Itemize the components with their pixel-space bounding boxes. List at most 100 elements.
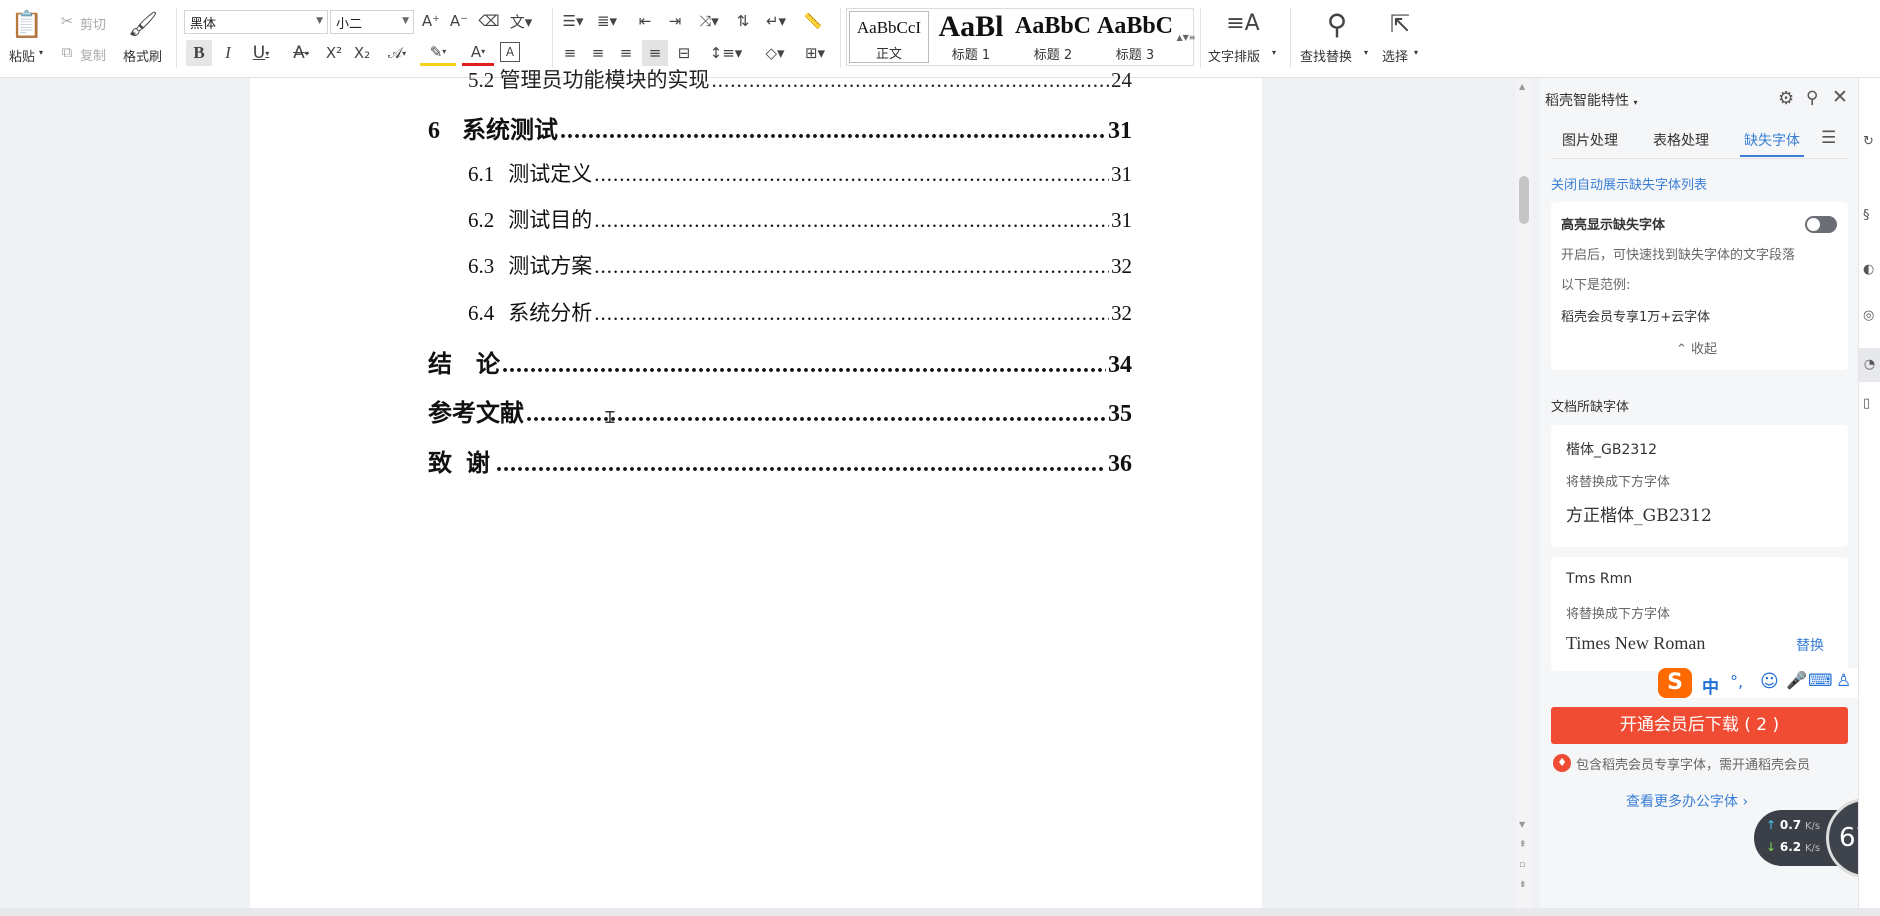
ime-punctuation[interactable]: °, — [1730, 672, 1743, 691]
style-heading-2[interactable]: AaBbC 标题 2 — [1013, 11, 1093, 63]
distribute-icon[interactable]: ⊟ — [672, 40, 696, 66]
borders-icon[interactable]: ⊞▾ — [798, 40, 832, 66]
toc-section-6-1[interactable]: 6.1 测试定义.................................… — [468, 158, 1132, 188]
rail-icon[interactable]: ◐ — [1863, 262, 1874, 277]
ruler-icon[interactable]: 📏 — [800, 10, 826, 32]
subscript-icon[interactable]: X₂ — [350, 40, 374, 66]
close-auto-show-link[interactable]: 关闭自动展示缺失字体列表 — [1551, 174, 1707, 193]
copy-button[interactable]: 复制 — [80, 45, 106, 64]
gallery-scroll-icon[interactable]: ▲▼≡ — [1177, 9, 1196, 65]
toc-section-6-4[interactable]: 6.4 系统分析.................................… — [468, 297, 1132, 327]
system-monitor-gauge[interactable]: 67 — [1826, 798, 1858, 882]
tab-image-processing[interactable]: 图片处理 — [1562, 130, 1618, 150]
increase-indent-icon[interactable]: ⇥ — [664, 10, 686, 32]
shading-icon[interactable]: ◇▾ — [758, 40, 792, 66]
missing-fonts-heading: 文档所缺字体 — [1551, 400, 1630, 415]
underline-icon[interactable]: U ▾ — [244, 40, 278, 66]
scissors-icon[interactable]: ✂ — [58, 12, 76, 30]
text-layout-icon[interactable]: ≡A — [1226, 8, 1260, 38]
text-direction-icon[interactable]: ⤨▾ — [692, 10, 726, 32]
rail-icon[interactable]: ◎ — [1863, 308, 1874, 323]
superscript-icon[interactable]: X² — [322, 40, 346, 66]
panel-title[interactable]: 稻壳智能特性 ▾ — [1545, 90, 1637, 110]
justify-icon[interactable]: ≡ — [642, 40, 668, 66]
replace-font-button[interactable]: 替换 — [1796, 635, 1824, 655]
decrease-indent-icon[interactable]: ⇤ — [634, 10, 656, 32]
copy-icon[interactable]: ⧉ — [58, 43, 76, 61]
scroll-down-icon[interactable]: ▼ — [1519, 820, 1525, 829]
select-button[interactable]: 选择 — [1382, 46, 1408, 65]
show-marks-icon[interactable]: ↵▾ — [760, 10, 792, 32]
prev-page-icon[interactable]: ⇞ — [1519, 840, 1527, 850]
phonetic-guide-icon[interactable]: 文▾ — [506, 10, 536, 32]
scrollbar-thumb[interactable] — [1519, 176, 1529, 224]
toc-section-6-3[interactable]: 6.3 测试方案.................................… — [468, 250, 1132, 280]
pin-icon[interactable]: ⚲ — [1806, 88, 1818, 108]
toc-page: 31 — [1108, 118, 1132, 144]
align-left-icon[interactable]: ≡ — [558, 40, 582, 66]
italic-icon[interactable]: I — [216, 40, 240, 66]
character-border-icon[interactable]: A — [500, 42, 520, 62]
collapse-button[interactable]: ⌃ 收起 — [1676, 338, 1717, 357]
cursor-select-icon[interactable]: ⇱ — [1386, 8, 1414, 40]
rail-icon[interactable]: ▯ — [1863, 396, 1870, 411]
format-painter-icon[interactable]: 🖌 — [128, 8, 158, 40]
bold-icon[interactable]: B — [186, 40, 212, 66]
strikethrough-icon[interactable]: A ▾ — [284, 40, 318, 66]
paste-button[interactable]: 粘贴 — [9, 46, 35, 65]
toc-acknowledgements[interactable]: 致 谢.....................................… — [428, 443, 1132, 478]
cut-button[interactable]: 剪切 — [80, 14, 106, 33]
close-icon[interactable]: ✕ — [1832, 86, 1848, 108]
paste-dropdown-icon[interactable]: ▾ — [39, 48, 43, 57]
highlight-toggle[interactable] — [1805, 216, 1837, 233]
toc-conclusion[interactable]: 结 论.....................................… — [428, 344, 1132, 379]
text-layout-button[interactable]: 文字排版 — [1208, 46, 1260, 65]
toc-chapter-6[interactable]: 6 系统测试...................................… — [428, 110, 1132, 145]
toc-entry-partial[interactable]: 5.2 管理员功能模块的实现..........................… — [468, 64, 1132, 94]
font-size-select[interactable]: 小二 ▼ — [330, 10, 414, 34]
align-right-icon[interactable]: ≡ — [614, 40, 638, 66]
format-painter-button[interactable]: 格式刷 — [123, 46, 162, 65]
ime-language-mode[interactable]: 中 — [1702, 673, 1719, 698]
highlight-icon[interactable]: ✎ ▾ — [420, 40, 456, 66]
style-heading-3[interactable]: AaBbC 标题 3 — [1095, 11, 1175, 63]
download-button[interactable]: 开通会员后下载 ( 2 ) — [1551, 707, 1848, 744]
menu-icon[interactable]: ☰ — [1821, 128, 1836, 148]
next-page-icon[interactable]: ⇟ — [1519, 880, 1527, 890]
numbered-list-icon[interactable]: ≣▾ — [592, 10, 622, 32]
toc-references[interactable]: 参考文献....................................… — [428, 393, 1132, 428]
find-replace-button[interactable]: 查找替换 — [1300, 46, 1352, 65]
tab-table-processing[interactable]: 表格处理 — [1653, 130, 1709, 150]
font-color-icon[interactable]: A ▾ — [462, 40, 494, 66]
grow-font-icon[interactable]: A⁺ — [420, 10, 442, 32]
sort-icon[interactable]: ⇅ — [732, 10, 754, 32]
sogou-ime-icon[interactable]: S — [1658, 668, 1692, 698]
text-effect-icon[interactable]: 𝒜 ▾ — [380, 40, 414, 66]
rail-icon-active[interactable]: ◔ — [1859, 348, 1880, 382]
bullet-list-icon[interactable]: ☰▾ — [558, 10, 588, 32]
microphone-icon[interactable]: 🎤 — [1786, 671, 1807, 691]
scroll-up-icon[interactable]: ▲ — [1519, 82, 1525, 91]
document-page[interactable]: 5.2 管理员功能模块的实现..........................… — [250, 68, 1262, 908]
keyboard-icon[interactable]: ⌨ — [1808, 671, 1833, 691]
select-browse-icon[interactable]: ▫ — [1519, 860, 1525, 870]
document-scrollbar[interactable]: ▲ ▼ ⇞ ▫ ⇟ — [1516, 78, 1532, 908]
line-spacing-icon[interactable]: ↕≡▾ — [708, 40, 744, 66]
rail-icon[interactable]: § — [1863, 208, 1870, 223]
more-fonts-link[interactable]: 查看更多办公字体 › — [1626, 791, 1748, 811]
rail-icon[interactable]: ↻ — [1863, 134, 1874, 149]
font-name-select[interactable]: 黑体 ▼ — [184, 10, 328, 34]
gear-icon[interactable]: ⚙ — [1778, 88, 1794, 109]
style-heading-1[interactable]: AaBl 标题 1 — [931, 11, 1011, 63]
style-preview: AaBbC — [1014, 13, 1092, 39]
paste-icon[interactable]: 📋 — [10, 8, 44, 42]
toc-section-6-2[interactable]: 6.2 测试目的.................................… — [468, 204, 1132, 234]
style-normal[interactable]: AaBbCcI 正文 — [849, 11, 929, 63]
search-icon[interactable]: ⚲ — [1320, 8, 1354, 41]
clear-format-icon[interactable]: ⌫ — [478, 10, 500, 32]
emoji-icon[interactable]: ☺ — [1760, 671, 1779, 692]
user-icon[interactable]: ♙ — [1836, 671, 1851, 691]
shrink-font-icon[interactable]: A⁻ — [448, 10, 470, 32]
align-center-icon[interactable]: ≡ — [586, 40, 610, 66]
tab-missing-fonts[interactable]: 缺失字体 — [1744, 130, 1800, 150]
